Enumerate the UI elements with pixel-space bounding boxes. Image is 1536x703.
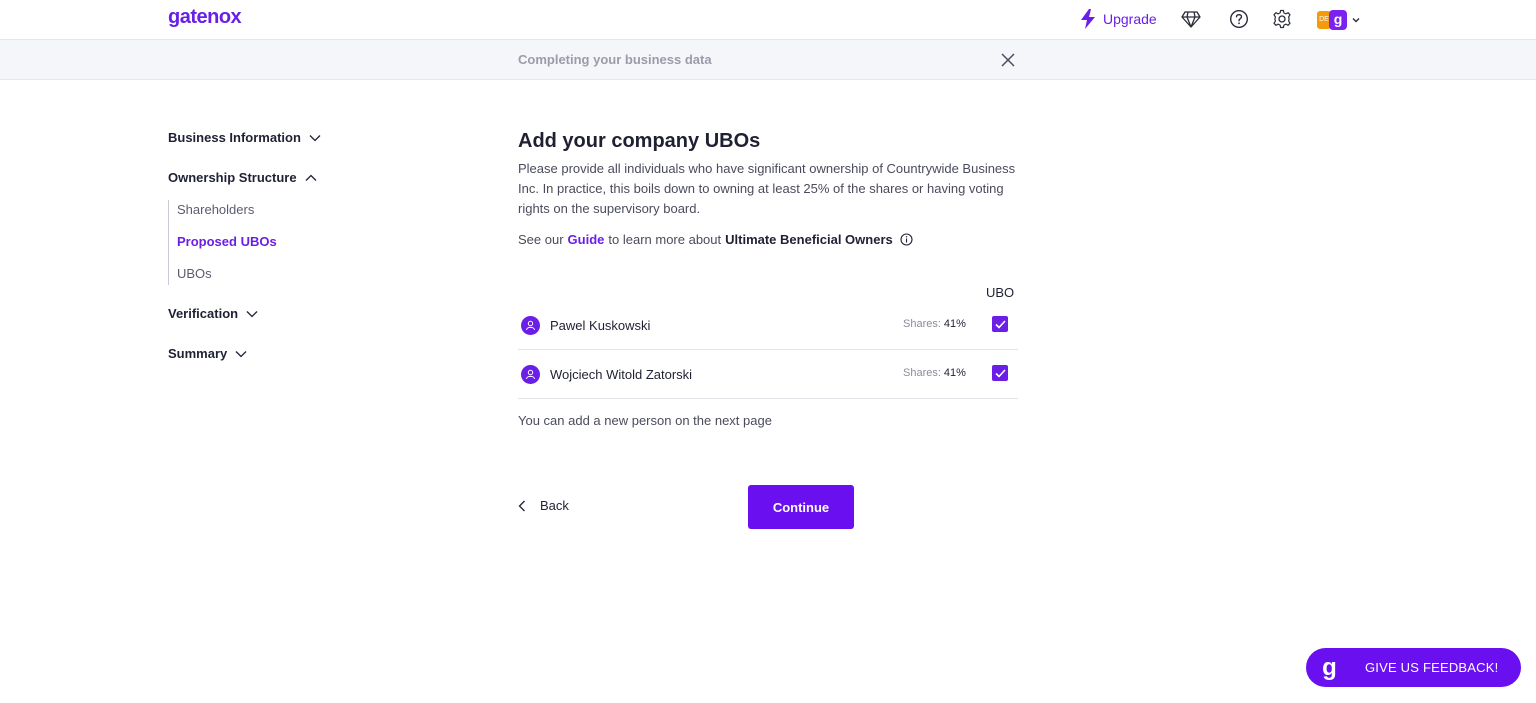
nav-section-verification[interactable]: Verification <box>168 306 258 321</box>
subheader-title: Completing your business data <box>518 52 712 67</box>
feedback-label: GIVE US FEEDBACK! <box>1365 660 1499 675</box>
nav-section-label: Ownership Structure <box>168 170 297 185</box>
shares-label: Shares: <box>903 367 941 379</box>
nav-section-business-information[interactable]: Business Information <box>168 130 321 145</box>
shares-info: Shares: 41% <box>903 318 966 330</box>
avatar: g <box>1329 10 1347 30</box>
person-name: Pawel Kuskowski <box>550 318 651 333</box>
person-icon <box>521 365 540 384</box>
gatenox-logo[interactable]: gatenox <box>168 6 242 29</box>
guide-link[interactable]: Guide <box>568 232 605 247</box>
sidebar-item-proposed-ubos[interactable]: Proposed UBOs <box>177 234 277 249</box>
chevron-down-icon <box>246 310 258 317</box>
upgrade-button[interactable]: Upgrade <box>1079 9 1157 29</box>
ubo-checkbox[interactable] <box>992 316 1008 332</box>
guide-prefix: See our <box>518 232 564 247</box>
page-description: Please provide all individuals who have … <box>518 161 1016 216</box>
chevron-down-icon <box>1352 18 1360 23</box>
nav-section-label: Verification <box>168 306 239 321</box>
shares-value: 41% <box>943 367 966 379</box>
list-item: Pawel Kuskowski Shares: 41% <box>518 301 1018 350</box>
chevron-left-icon <box>518 500 525 511</box>
upgrade-label: Upgrade <box>1103 11 1157 27</box>
guide-bold: Ultimate Beneficial Owners <box>725 232 893 247</box>
shares-label: Shares: <box>903 318 941 330</box>
top-bar: gatenox Upgrade DE g <box>0 0 1536 39</box>
lightning-icon <box>1081 9 1095 29</box>
list-item: Wojciech Witold Zatorski Shares: 41% <box>518 350 1018 399</box>
page-title: Add your company UBOs <box>518 130 761 152</box>
account-menu[interactable]: DE g <box>1317 10 1360 30</box>
chevron-down-icon <box>309 134 321 141</box>
guide-line: See our Guide to learn more about Ultima… <box>518 232 913 247</box>
feedback-button[interactable]: g GIVE US FEEDBACK! <box>1306 648 1521 687</box>
nav-section-ownership-structure[interactable]: Ownership Structure <box>168 170 317 185</box>
nav-section-label: Business Information <box>168 130 301 145</box>
progress-header: Completing your business data <box>0 39 1536 80</box>
person-icon <box>521 316 540 335</box>
add-person-note: You can add a new person on the next pag… <box>518 413 772 428</box>
person-name: Wojciech Witold Zatorski <box>550 367 693 382</box>
gear-icon[interactable] <box>1272 9 1292 29</box>
shares-info: Shares: 41% <box>903 367 966 379</box>
continue-button[interactable]: Continue <box>748 485 854 529</box>
check-icon <box>994 319 1006 329</box>
chevron-up-icon <box>305 174 317 181</box>
info-icon[interactable] <box>900 233 913 246</box>
diamond-icon[interactable] <box>1181 9 1201 29</box>
sidebar-item-ubos[interactable]: UBOs <box>177 266 212 281</box>
check-icon <box>994 368 1006 378</box>
chevron-down-icon <box>235 350 247 357</box>
subnav-divider <box>168 200 169 285</box>
back-label: Back <box>540 498 569 513</box>
guide-middle: to learn more about <box>608 232 722 247</box>
sidebar-item-shareholders[interactable]: Shareholders <box>177 202 254 217</box>
gatenox-g-icon: g <box>1322 653 1337 681</box>
nav-section-label: Summary <box>168 346 228 361</box>
back-button[interactable]: Back <box>518 498 569 513</box>
ubo-checkbox[interactable] <box>992 365 1008 381</box>
help-icon[interactable] <box>1229 9 1249 29</box>
ubo-column-header: UBO <box>986 285 1015 300</box>
nav-section-summary[interactable]: Summary <box>168 346 247 361</box>
close-icon[interactable] <box>1000 52 1016 68</box>
shares-value: 41% <box>943 318 966 330</box>
